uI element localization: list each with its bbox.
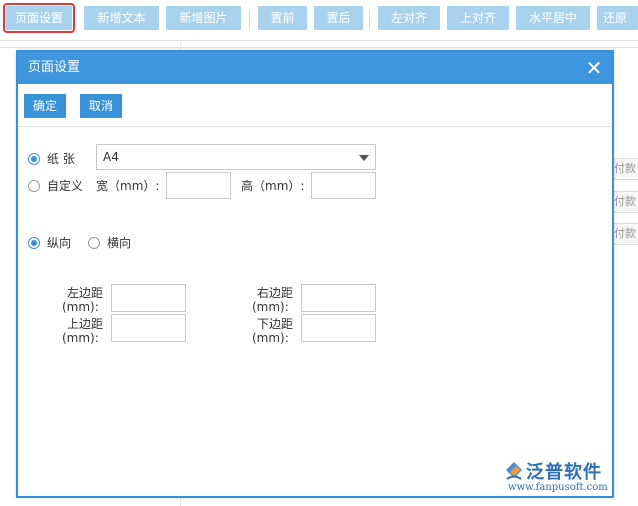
side-tag: 付款: [613, 158, 638, 180]
cancel-button[interactable]: 取消: [80, 94, 123, 118]
paper-radio[interactable]: [28, 153, 40, 165]
side-tag: 付款: [613, 223, 638, 245]
top-margin-input[interactable]: [111, 314, 186, 342]
toolbar-separator: [369, 10, 370, 28]
divider: [0, 47, 638, 48]
landscape-radio[interactable]: [88, 237, 100, 249]
confirm-button[interactable]: 确定: [24, 94, 67, 118]
dialog-title: 页面设置: [28, 60, 81, 75]
page-setup-button[interactable]: 页面设置: [3, 3, 75, 33]
width-label: 宽（mm）:: [96, 179, 160, 193]
top-margin-unit: (mm):: [62, 331, 99, 345]
left-margin-input[interactable]: [111, 284, 186, 312]
align-top-button[interactable]: 上对齐: [447, 6, 509, 30]
top-margin-label: 上边距: [67, 317, 104, 331]
dialog-header: 页面设置 ✕: [18, 52, 612, 84]
paper-size-value: A4: [103, 150, 119, 164]
right-margin-unit: (mm):: [252, 300, 289, 314]
send-backward-button[interactable]: 置后: [314, 6, 363, 30]
bottom-margin-unit: (mm):: [252, 331, 289, 345]
add-text-button[interactable]: 新增文本: [84, 6, 159, 30]
restore-button[interactable]: 还原: [597, 6, 638, 30]
custom-radio[interactable]: [28, 180, 40, 192]
toolbar: 页面设置 新增文本 新增图片 置前 置后 左对齐 上对齐 水平居中 还原: [0, 0, 638, 41]
bottom-margin-input[interactable]: [301, 314, 376, 342]
side-tag: 付款: [613, 191, 638, 213]
left-margin-label: 左边距: [67, 286, 104, 300]
page-setup-dialog: 页面设置 ✕ 确定 取消 纸 张 A4 自定义 宽（mm）: 高（mm）: 纵向…: [16, 50, 614, 498]
center-horizontal-button[interactable]: 水平居中: [516, 6, 590, 30]
paper-label: 纸 张: [47, 152, 75, 166]
height-label: 高（mm）:: [241, 179, 305, 193]
brand-url: www.fanpusoft.com: [508, 482, 608, 493]
paper-size-select[interactable]: A4: [96, 144, 376, 170]
height-input[interactable]: [311, 172, 376, 199]
dialog-actions: 确定 取消: [18, 84, 612, 127]
chevron-down-icon: [359, 155, 369, 161]
left-margin-unit: (mm):: [62, 300, 99, 314]
portrait-radio[interactable]: [28, 237, 40, 249]
close-icon[interactable]: ✕: [582, 56, 606, 80]
width-input[interactable]: [166, 172, 231, 199]
align-left-button[interactable]: 左对齐: [378, 6, 440, 30]
right-margin-input[interactable]: [301, 284, 376, 312]
bring-forward-button[interactable]: 置前: [258, 6, 307, 30]
custom-label: 自定义: [47, 179, 84, 193]
brand-watermark: 泛普软件 www.fanpusoft.com: [504, 460, 628, 496]
portrait-label: 纵向: [47, 236, 72, 250]
right-margin-label: 右边距: [257, 286, 294, 300]
toolbar-separator: [249, 10, 250, 28]
brand-logo-icon: [506, 462, 522, 480]
brand-name: 泛普软件: [526, 462, 602, 483]
landscape-label: 横向: [107, 236, 132, 250]
bottom-margin-label: 下边距: [257, 317, 294, 331]
add-image-button[interactable]: 新增图片: [166, 6, 241, 30]
